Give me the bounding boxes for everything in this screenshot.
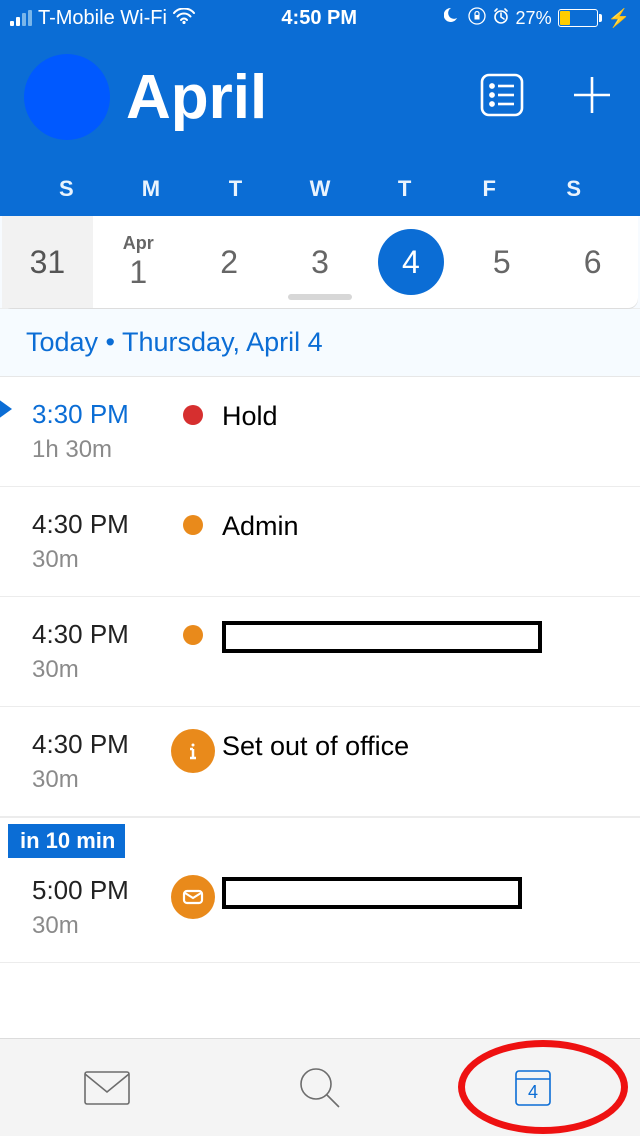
weekday-label: M — [109, 176, 194, 202]
carrier-label: T-Mobile Wi-Fi — [38, 7, 167, 30]
lock-rotation-icon — [468, 7, 486, 30]
event-item[interactable]: 4:30 PM 30m — [0, 597, 640, 707]
date-cell[interactable]: 2 — [184, 216, 275, 308]
today-header: Today • Thursday, April 4 — [0, 308, 640, 377]
agenda-view-button[interactable] — [476, 69, 528, 126]
weekday-row: S M T W T F S — [24, 176, 616, 216]
date-cell[interactable]: 6 — [547, 216, 638, 308]
battery-pct: 27% — [516, 8, 552, 29]
signal-icon — [10, 10, 32, 26]
redacted-title — [222, 877, 522, 909]
new-event-button[interactable] — [568, 71, 616, 124]
event-item[interactable]: 5:00 PM 30m — [0, 853, 640, 963]
event-duration: 30m — [32, 656, 164, 684]
tab-search[interactable] — [213, 1063, 426, 1113]
event-duration: 30m — [32, 546, 164, 574]
calendar-header: April S M T W T F S — [0, 36, 640, 216]
calendar-dot-icon — [183, 405, 203, 425]
event-duration: 30m — [32, 766, 164, 794]
month-title[interactable]: April — [126, 62, 460, 133]
calendar-dot-icon — [183, 515, 203, 535]
event-item[interactable]: 4:30 PM 30m Admin — [0, 487, 640, 597]
event-time: 4:30 PM — [32, 509, 164, 540]
weekday-label: W — [278, 176, 363, 202]
mail-icon — [171, 875, 215, 919]
date-cell[interactable]: 5 — [456, 216, 547, 308]
event-time: 3:30 PM — [32, 399, 164, 430]
calendar-dot-icon — [183, 625, 203, 645]
date-strip[interactable]: 31 Apr1 2 3 4 5 6 — [2, 216, 638, 308]
now-indicator-icon — [0, 399, 12, 419]
weekday-label: S — [531, 176, 616, 202]
weekday-label: F — [447, 176, 532, 202]
event-title: Set out of office — [222, 729, 640, 762]
battery-icon — [558, 9, 602, 27]
avatar[interactable] — [24, 54, 110, 140]
tab-calendar[interactable]: 4 — [427, 1065, 640, 1111]
status-bar: T-Mobile Wi-Fi 4:50 PM 27% ⚡ — [0, 0, 640, 36]
weekday-label: T — [362, 176, 447, 202]
wifi-icon — [173, 7, 195, 30]
event-duration: 1h 30m — [32, 436, 164, 464]
svg-text:4: 4 — [528, 1082, 538, 1102]
date-cell-selected[interactable]: 4 — [365, 216, 456, 308]
weekday-label: S — [24, 176, 109, 202]
drag-handle[interactable] — [288, 294, 352, 300]
date-cell[interactable]: 31 — [2, 216, 93, 308]
status-time: 4:50 PM — [195, 7, 444, 30]
tab-bar: 4 — [0, 1038, 640, 1136]
event-time: 4:30 PM — [32, 619, 164, 650]
date-cell[interactable]: Apr1 — [93, 216, 184, 308]
event-duration: 30m — [32, 912, 164, 940]
alarm-icon — [492, 7, 510, 30]
event-title: Admin — [222, 509, 640, 542]
event-time: 4:30 PM — [32, 729, 164, 760]
event-item[interactable]: 3:30 PM 1h 30m Hold — [0, 377, 640, 487]
event-time: 5:00 PM — [32, 875, 164, 906]
tab-mail[interactable] — [0, 1066, 213, 1110]
redacted-title — [222, 621, 542, 653]
dnd-icon — [444, 7, 462, 30]
event-item[interactable]: 4:30 PM 30m Set out of office — [0, 707, 640, 817]
event-list[interactable]: 3:30 PM 1h 30m Hold 4:30 PM 30m Admin 4:… — [0, 377, 640, 963]
charge-icon: ⚡ — [608, 8, 630, 29]
weekday-label: T — [193, 176, 278, 202]
event-title: Hold — [222, 399, 640, 432]
info-icon — [171, 729, 215, 773]
